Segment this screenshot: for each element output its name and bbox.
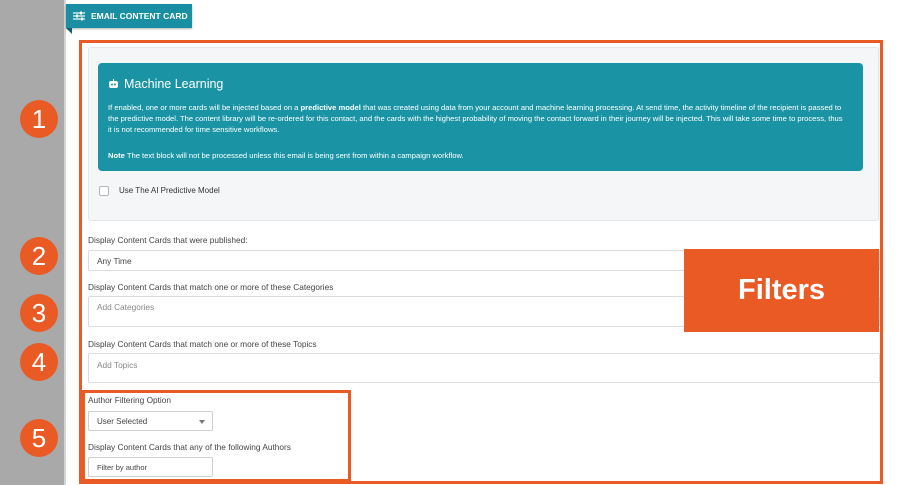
annotation-badge-4: 4 <box>20 343 58 381</box>
tab-notch <box>66 28 72 34</box>
annotation-badge-2: 2 <box>20 237 58 275</box>
annotation-badge-3: 3 <box>20 294 58 332</box>
email-content-card-tab[interactable]: EMAIL CONTENT CARD <box>66 4 192 28</box>
annotation-outline-author <box>82 390 351 482</box>
filters-callout: Filters <box>684 249 879 332</box>
annotation-badge-5: 5 <box>20 419 58 457</box>
annotation-badge-1: 1 <box>20 100 58 138</box>
panel-edge <box>64 0 66 485</box>
tab-title: EMAIL CONTENT CARD <box>91 11 188 21</box>
sliders-icon <box>73 11 85 21</box>
